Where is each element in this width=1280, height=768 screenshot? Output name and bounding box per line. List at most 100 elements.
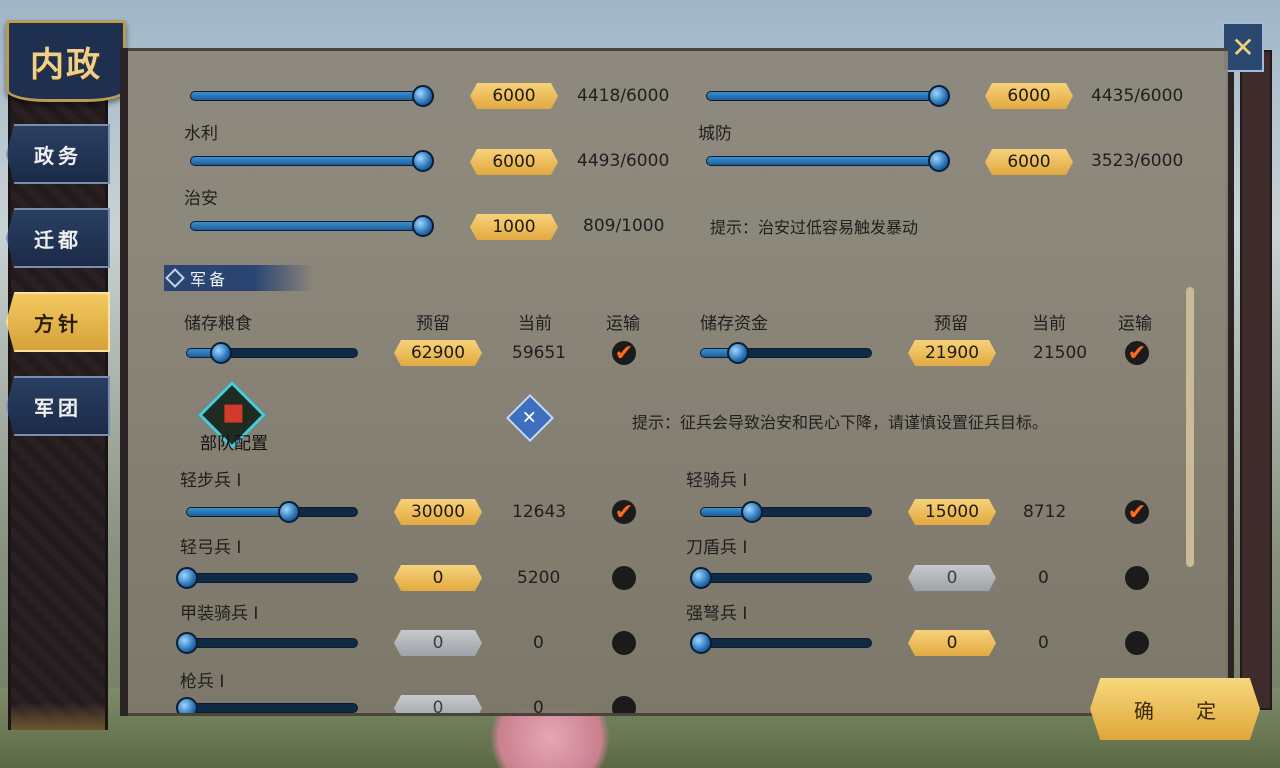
military-section-label: 军备 [190, 270, 229, 289]
slider-fill [191, 222, 423, 230]
slider-knob[interactable] [690, 632, 712, 654]
spearman-current: 0 [533, 698, 544, 716]
funds-current: 21500 [1033, 343, 1088, 363]
light-infantry-target[interactable]: 30000 [394, 499, 482, 525]
slider-knob[interactable] [412, 150, 434, 172]
slider-food[interactable] [186, 342, 358, 364]
slider-knob[interactable] [727, 342, 750, 364]
slider-light-cavalry[interactable] [700, 501, 872, 523]
current-header-2: 当前 [1032, 314, 1066, 334]
armored-cavalry-transport-checkbox[interactable] [612, 631, 636, 655]
slider-light-archer[interactable] [176, 567, 358, 589]
funds-transport-checkbox[interactable]: ✔ [1125, 341, 1149, 366]
nav-tab-legion[interactable]: 军团 [6, 376, 110, 436]
military-section-header: 军备 [164, 265, 314, 291]
nav-tab-policy[interactable]: 方针 [6, 292, 110, 352]
slider-knob[interactable] [928, 85, 950, 107]
slider-heavy-crossbow[interactable] [690, 632, 872, 654]
window-title: 内政 [30, 44, 102, 85]
slider-fill [187, 508, 289, 516]
slider-knob[interactable] [741, 501, 763, 523]
right-pillar [1240, 50, 1272, 710]
food-label: 储存粮食 [184, 314, 252, 334]
troop-label-sword-shield: 刀盾兵 I [686, 538, 748, 558]
heavy-crossbow-target[interactable]: 0 [908, 630, 996, 656]
funds-target-value[interactable]: 21900 [908, 340, 996, 366]
panel-left-rail [120, 48, 128, 716]
checkmark-icon: ✔ [1127, 499, 1147, 525]
slider-fill [707, 157, 939, 165]
slider-water[interactable] [190, 150, 434, 172]
light-cavalry-target[interactable]: 15000 [908, 499, 996, 525]
dev-2-target-value[interactable]: 6000 [985, 83, 1073, 109]
slider-armored-cavalry[interactable] [176, 632, 358, 654]
dev-2-current: 4435/6000 [1091, 86, 1184, 106]
reserve-header: 预留 [416, 314, 450, 334]
close-icon: ✕ [1231, 30, 1255, 64]
defense-target-value[interactable]: 6000 [985, 149, 1073, 175]
armored-cavalry-target[interactable]: 0 [394, 630, 482, 656]
spearman-transport-checkbox[interactable] [612, 696, 636, 713]
order-target-value[interactable]: 1000 [470, 214, 558, 240]
checkmark-icon: ✔ [614, 340, 634, 366]
confirm-button[interactable]: 确 定 [1090, 678, 1260, 740]
order-hint: 提示：治安过低容易触发暴动 [710, 218, 919, 237]
close-button[interactable]: ✕ [1222, 22, 1264, 72]
light-archer-transport-checkbox[interactable] [612, 566, 636, 590]
confirm-label: 确 定 [1133, 698, 1235, 723]
slider-fill [191, 92, 423, 100]
slider-order[interactable] [190, 215, 434, 237]
food-transport-checkbox[interactable]: ✔ [612, 340, 636, 366]
recruit-hint: 提示：征兵会导致治安和民心下降，请谨慎设置征兵目标。 [632, 413, 1049, 432]
spearman-target[interactable]: 0 [394, 695, 482, 713]
slider-light-infantry[interactable] [186, 501, 358, 523]
slider-sword-shield[interactable] [690, 567, 872, 589]
slider-knob[interactable] [278, 501, 300, 523]
troop-label-armored-cavalry: 甲装骑兵 I [180, 604, 259, 624]
slider-knob[interactable] [176, 567, 198, 589]
water-label: 水利 [184, 124, 218, 144]
policy-panel: 6000 4418/6000 6000 4435/6000 水利 城防 6000… [128, 48, 1228, 716]
nav-tab-relocate[interactable]: 迁都 [6, 208, 110, 268]
slider-defense[interactable] [706, 150, 950, 172]
slider-knob[interactable] [928, 150, 950, 172]
slider-knob[interactable] [690, 567, 712, 589]
sword-shield-target[interactable]: 0 [908, 565, 996, 591]
food-target-value[interactable]: 62900 [394, 340, 482, 366]
nav-tab-label: 迁都 [34, 227, 82, 252]
slider-knob[interactable] [412, 215, 434, 237]
crossed-swords-icon[interactable]: ✕ [505, 393, 555, 443]
slider-fill [191, 157, 423, 165]
scrollbar[interactable] [1186, 287, 1194, 567]
sword-shield-transport-checkbox[interactable] [1125, 566, 1149, 590]
water-target-value[interactable]: 6000 [470, 149, 558, 175]
current-header: 当前 [518, 314, 552, 334]
slider-funds[interactable] [700, 342, 872, 364]
food-current: 59651 [512, 343, 567, 363]
light-infantry-transport-checkbox[interactable]: ✔ [612, 500, 636, 525]
nav-bottom-ornament [11, 702, 105, 730]
light-infantry-current: 12643 [512, 502, 567, 522]
dev-1-target-value[interactable]: 6000 [470, 83, 558, 109]
heavy-crossbow-transport-checkbox[interactable] [1125, 631, 1149, 655]
light-cavalry-current: 8712 [1023, 502, 1067, 522]
troop-label-light-archer: 轻弓兵 I [180, 538, 242, 558]
slider-knob[interactable] [176, 697, 198, 713]
background-blossom [470, 708, 630, 768]
slider-knob[interactable] [210, 342, 232, 364]
slider-fill [707, 92, 939, 100]
defense-label: 城防 [698, 124, 732, 144]
troop-label-light-cavalry: 轻骑兵 I [686, 471, 748, 491]
slider-dev-1[interactable] [190, 85, 434, 107]
light-cavalry-transport-checkbox[interactable]: ✔ [1125, 499, 1149, 525]
flag-icon [224, 404, 243, 423]
slider-knob[interactable] [412, 85, 434, 107]
heavy-crossbow-current: 0 [1038, 633, 1049, 653]
nav-tab-affairs[interactable]: 政务 [6, 124, 110, 184]
window-title-banner: 内政 [6, 20, 126, 102]
slider-knob[interactable] [176, 632, 198, 654]
troop-config-label: 部队配置 [200, 434, 268, 454]
slider-spearman[interactable] [176, 697, 358, 713]
slider-dev-2[interactable] [706, 85, 950, 107]
light-archer-target[interactable]: 0 [394, 565, 482, 591]
